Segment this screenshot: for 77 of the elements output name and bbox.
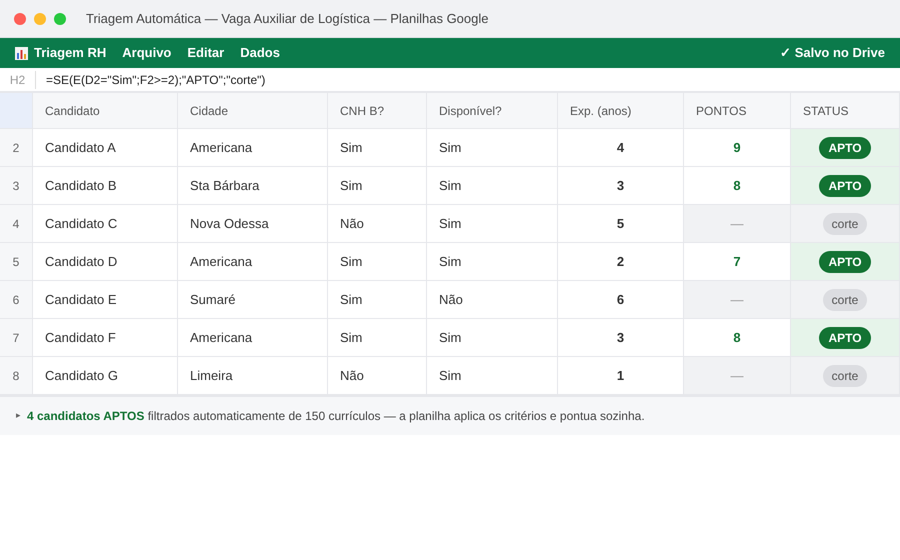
bar-chart-icon <box>15 46 28 60</box>
column-header: Exp. (anos) <box>558 93 684 129</box>
table-cell: Sim <box>427 357 558 395</box>
maximize-button[interactable] <box>54 12 66 24</box>
row-number: 8 <box>0 357 33 395</box>
column-header: Candidato <box>33 93 178 129</box>
table-cell: 9 <box>684 129 791 167</box>
table-cell: Sim <box>427 243 558 281</box>
cell-reference: H2 <box>0 70 36 88</box>
save-status: ✓ Salvo no Drive <box>780 44 885 62</box>
bullet-marker: ▸ <box>16 409 21 422</box>
close-button[interactable] <box>14 12 26 24</box>
row-number: 4 <box>0 205 33 243</box>
app-name: Triagem RH <box>34 44 106 62</box>
table-cell: 7 <box>684 243 791 281</box>
status-badge: corte <box>822 212 868 234</box>
status-badge: corte <box>822 288 868 310</box>
table-cell: 6 <box>558 281 684 319</box>
row-number: 7 <box>0 319 33 357</box>
table-cell: 8 <box>684 167 791 205</box>
column-header: Disponível? <box>427 93 558 129</box>
table-cell: Sim <box>328 129 427 167</box>
table-cell: Não <box>328 205 427 243</box>
formula-field[interactable]: =SE(E(D2="Sim";F2>=2);"APTO";"corte") <box>36 70 266 88</box>
row-number: 5 <box>0 243 33 281</box>
table-cell: Candidato A <box>33 129 178 167</box>
table-cell: Sim <box>328 319 427 357</box>
table-cell: Candidato E <box>33 281 178 319</box>
table-cell: Sta Bárbara <box>178 167 328 205</box>
table-cell: 1 <box>558 357 684 395</box>
status-badge: APTO <box>819 250 871 272</box>
column-header: CNH B? <box>328 93 427 129</box>
table-cell: Candidato G <box>33 357 178 395</box>
table-cell: Sim <box>427 319 558 357</box>
table-cell: Sim <box>427 129 558 167</box>
table-cell: 3 <box>558 319 684 357</box>
table-cell: Candidato D <box>33 243 178 281</box>
column-header: Cidade <box>178 93 328 129</box>
window-title: Triagem Automática — Vaga Auxiliar de Logística — Planilhas Google <box>86 10 488 28</box>
status-badge: APTO <box>819 326 871 348</box>
table-cell: 3 <box>558 167 684 205</box>
table-cell: 8 <box>684 319 791 357</box>
table-cell: Não <box>427 281 558 319</box>
table-cell: Americana <box>178 243 328 281</box>
table-cell: — <box>684 205 791 243</box>
table-cell: Sim <box>328 243 427 281</box>
table-cell: Candidato B <box>33 167 178 205</box>
table-cell: Nova Odessa <box>178 205 328 243</box>
table-cell: Americana <box>178 319 328 357</box>
table-cell: Sim <box>328 167 427 205</box>
table-cell: Americana <box>178 129 328 167</box>
menu-item[interactable]: Dados <box>240 43 280 63</box>
row-number: 3 <box>0 167 33 205</box>
table-cell: Sim <box>328 281 427 319</box>
table-cell: — <box>684 357 791 395</box>
summary-text: 4 candidatos APTOS filtrados automaticamente de 150 currículos — a planilha aplica os critérios e pontua sozinha. <box>27 408 645 425</box>
table-cell: Candidato C <box>33 205 178 243</box>
table-cell: Sim <box>427 205 558 243</box>
table-cell: 4 <box>558 129 684 167</box>
status-badge: corte <box>822 364 868 386</box>
status-badge: APTO <box>819 136 871 158</box>
table-cell: Sim <box>427 167 558 205</box>
menu-item[interactable]: Arquivo <box>122 43 172 63</box>
status-badge: APTO <box>819 174 871 196</box>
table-cell: — <box>684 281 791 319</box>
column-header: STATUS <box>791 93 900 129</box>
row-number: 2 <box>0 129 33 167</box>
menu-item[interactable]: Editar <box>187 43 224 63</box>
table-cell: Não <box>328 357 427 395</box>
row-number: 6 <box>0 281 33 319</box>
table-cell: 2 <box>558 243 684 281</box>
table-cell: Sumaré <box>178 281 328 319</box>
column-header: PONTOS <box>684 93 791 129</box>
minimize-button[interactable] <box>34 12 46 24</box>
table-cell: Limeira <box>178 357 328 395</box>
table-cell: Candidato F <box>33 319 178 357</box>
table-cell: 5 <box>558 205 684 243</box>
